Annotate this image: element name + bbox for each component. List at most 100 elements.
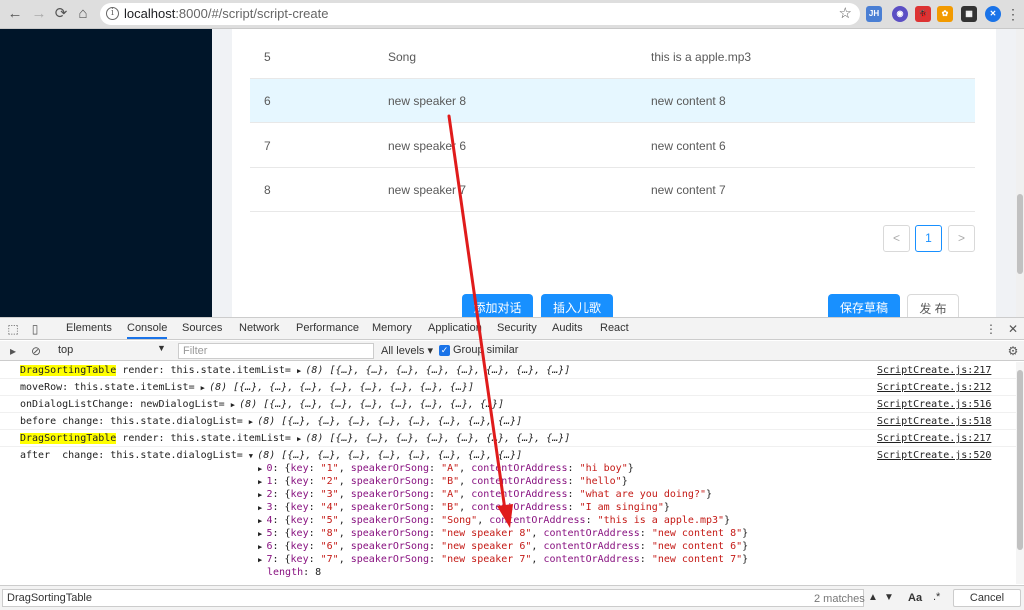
log-line: before change: this.state.dialogList= ▶ …	[0, 413, 1016, 430]
pagination-page-1[interactable]: 1	[915, 225, 942, 252]
url-path: :8000/#/script/script-create	[175, 6, 329, 21]
table-row[interactable]: 8 new speaker 7 new content 7	[250, 168, 975, 212]
main-content: 5 Song this is a apple.mp3 6 new speaker…	[232, 29, 996, 317]
array-item[interactable]: ▶ 4: {key: "5", speakerOrSong: "Song", c…	[258, 515, 730, 526]
row-speaker: new speaker 8	[388, 94, 467, 108]
devtools-close-icon[interactable]: ✕	[1006, 322, 1020, 336]
tab-security[interactable]: Security	[497, 322, 537, 334]
pagination-next-button[interactable]: >	[948, 225, 975, 252]
table-row[interactable]: 7 new speaker 6 new content 6	[250, 124, 975, 168]
log-source-link[interactable]: ScriptCreate.js:520	[877, 450, 991, 461]
array-item[interactable]: ▶ 0: {key: "1", speakerOrSong: "A", cont…	[258, 463, 634, 474]
tab-sources[interactable]: Sources	[182, 322, 222, 334]
forward-icon[interactable]: →	[30, 5, 48, 23]
browser-toolbar: ← → ⟳ ⌂ i localhost:8000/#/script/script…	[0, 0, 1024, 29]
info-icon[interactable]: i	[106, 7, 119, 20]
inspect-element-icon[interactable]: ⬚	[6, 322, 20, 336]
table-row[interactable]: 5 Song this is a apple.mp3	[250, 35, 975, 79]
tab-network[interactable]: Network	[239, 322, 279, 334]
log-array[interactable]: (8) [{…}, {…}, {…}, {…}, {…}, {…}, {…}, …	[257, 450, 522, 461]
extension-globe-icon[interactable]: ◉	[892, 6, 908, 22]
row-speaker: new speaker 7	[388, 183, 467, 197]
clear-console-icon[interactable]: ⊘	[29, 344, 43, 358]
log-source-link[interactable]: ScriptCreate.js:518	[877, 416, 991, 427]
bookmark-star-icon[interactable]: ☆	[839, 4, 852, 22]
tab-performance[interactable]: Performance	[296, 322, 359, 334]
console-scrollbar-thumb[interactable]	[1017, 370, 1023, 550]
log-source-link[interactable]: ScriptCreate.js:217	[877, 365, 991, 376]
console-scrollbar[interactable]	[1016, 362, 1024, 584]
tab-console[interactable]: Console	[127, 322, 168, 339]
array-item[interactable]: ▶ 5: {key: "8", speakerOrSong: "new spea…	[258, 528, 748, 539]
tab-memory[interactable]: Memory	[372, 322, 412, 334]
console-filter-input[interactable]: Filter	[178, 343, 374, 359]
table-row-selected[interactable]: 6 new speaker 8 new content 8	[250, 79, 975, 123]
tab-react[interactable]: React	[600, 322, 629, 334]
pagination-prev-button[interactable]: <	[883, 225, 910, 252]
log-array[interactable]: (8) [{…}, {…}, {…}, {…}, {…}, {…}, {…}, …	[305, 365, 570, 376]
extension-jh-icon[interactable]: JH	[866, 6, 882, 22]
tab-elements[interactable]: Elements	[66, 322, 112, 334]
url-text[interactable]: localhost:8000/#/script/script-create	[124, 6, 329, 21]
find-next-icon[interactable]: ▼	[882, 590, 896, 606]
extension-bug-icon[interactable]: 🐞	[915, 6, 931, 22]
devtools-tabbar: ⬚ ▯ Elements Console Sources Network Per…	[0, 318, 1024, 340]
back-icon[interactable]: ←	[6, 5, 24, 23]
context-dropdown-icon[interactable]: ▼	[157, 343, 166, 353]
log-line: DragSortingTable render: this.state.item…	[0, 362, 1016, 379]
find-cancel-button[interactable]: Cancel	[953, 589, 1021, 607]
log-source-link[interactable]: ScriptCreate.js:516	[877, 399, 991, 410]
extension-qr-icon[interactable]: ▦	[961, 6, 977, 22]
insert-song-button[interactable]: 插入儿歌	[541, 294, 613, 317]
publish-button[interactable]: 发 布	[907, 294, 959, 317]
find-input[interactable]: DragSortingTable	[2, 589, 864, 607]
log-source-link[interactable]: ScriptCreate.js:212	[877, 382, 991, 393]
log-line: onDialogListChange: newDialogList= ▶ (8)…	[0, 396, 1016, 413]
device-toolbar-icon[interactable]: ▯	[28, 322, 42, 336]
log-array[interactable]: (8) [{…}, {…}, {…}, {…}, {…}, {…}, {…}, …	[209, 382, 474, 393]
array-item[interactable]: ▶ 2: {key: "3", speakerOrSong: "A", cont…	[258, 489, 712, 500]
row-key: 5	[264, 50, 271, 64]
regex-toggle[interactable]: .*	[933, 591, 940, 603]
row-speaker: new speaker 6	[388, 139, 467, 153]
row-content: this is a apple.mp3	[651, 50, 752, 64]
log-array[interactable]: (8) [{…}, {…}, {…}, {…}, {…}, {…}, {…}, …	[257, 416, 522, 427]
log-array[interactable]: (8) [{…}, {…}, {…}, {…}, {…}, {…}, {…}, …	[305, 433, 570, 444]
log-levels-label: All levels	[381, 345, 425, 357]
array-item[interactable]: ▶ 3: {key: "4", speakerOrSong: "B", cont…	[258, 502, 670, 513]
extension-x-icon[interactable]: ✕	[985, 6, 1001, 22]
save-draft-button[interactable]: 保存草稿	[828, 294, 900, 317]
extension-flower-icon[interactable]: ✿	[937, 6, 953, 22]
console-settings-gear-icon[interactable]: ⚙	[1006, 344, 1020, 358]
array-length: length: 8	[267, 567, 322, 578]
row-key: 7	[264, 139, 271, 153]
context-selector[interactable]: top	[58, 344, 73, 356]
log-text: after change: this.state.dialogList=	[20, 450, 249, 461]
console-output: DragSortingTable render: this.state.item…	[0, 362, 1016, 584]
tab-application[interactable]: Application	[428, 322, 482, 334]
array-item[interactable]: ▶ 7: {key: "7", speakerOrSong: "new spea…	[258, 554, 748, 565]
log-levels-dropdown[interactable]: All levels ▾	[381, 344, 433, 357]
log-array[interactable]: (8) [{…}, {…}, {…}, {…}, {…}, {…}, {…}, …	[239, 399, 504, 410]
group-similar-checkbox[interactable]: ✓	[439, 345, 450, 356]
log-line-expanded: after change: this.state.dialogList= ▼ (…	[20, 450, 992, 578]
match-case-toggle[interactable]: Aa	[908, 592, 922, 604]
url-host: localhost	[124, 6, 176, 21]
array-item[interactable]: ▶ 6: {key: "6", speakerOrSong: "new spea…	[258, 541, 748, 552]
menu-kebab-icon[interactable]: ⋮	[1004, 5, 1022, 23]
reload-icon[interactable]: ⟳	[52, 5, 70, 23]
find-prev-icon[interactable]: ▲	[866, 590, 880, 606]
length-label: length	[267, 567, 304, 578]
log-line: DragSortingTable render: this.state.item…	[0, 430, 1016, 447]
devtools-menu-icon[interactable]: ⋮	[984, 322, 998, 336]
address-bar[interactable]: i localhost:8000/#/script/script-create …	[100, 3, 860, 25]
array-item[interactable]: ▶ 1: {key: "2", speakerOrSong: "B", cont…	[258, 476, 628, 487]
page-scrollbar-thumb[interactable]	[1017, 194, 1023, 274]
tab-audits[interactable]: Audits	[552, 322, 583, 334]
console-sidebar-icon[interactable]: ▸	[6, 344, 20, 358]
log-source-link[interactable]: ScriptCreate.js:217	[877, 433, 991, 444]
add-dialog-button[interactable]: 添加对话	[462, 294, 533, 317]
page-scrollbar[interactable]	[1016, 29, 1024, 317]
group-similar-label: Group similar	[453, 344, 519, 356]
home-icon[interactable]: ⌂	[74, 5, 92, 23]
